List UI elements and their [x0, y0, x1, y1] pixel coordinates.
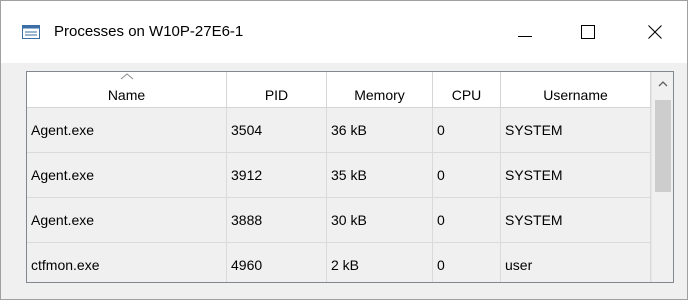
memory-cell: 30 kB: [327, 198, 433, 242]
cpu-cell: 0: [433, 153, 501, 197]
sort-ascending-icon: [120, 73, 133, 80]
vertical-scrollbar[interactable]: [651, 72, 673, 282]
username-cell: SYSTEM: [501, 108, 651, 152]
process-name-cell: ctfmon.exe: [27, 243, 227, 282]
column-header-name[interactable]: Name: [27, 72, 227, 107]
process-name-cell: Agent.exe: [27, 198, 227, 242]
column-header-username[interactable]: Username: [501, 72, 651, 107]
column-label: Memory: [354, 87, 405, 103]
scroll-up-button[interactable]: [652, 72, 673, 96]
chevron-up-icon: [658, 81, 668, 87]
username-cell: user: [501, 243, 651, 282]
minimize-button[interactable]: [505, 15, 545, 49]
process-list[interactable]: Name PID Memory CPU Username Agent.exe 3…: [26, 71, 674, 283]
column-header-cpu[interactable]: CPU: [433, 72, 501, 107]
memory-cell: 35 kB: [327, 153, 433, 197]
pid-cell: 3888: [227, 198, 327, 242]
pid-cell: 4960: [227, 243, 327, 282]
column-header-pid[interactable]: PID: [227, 72, 327, 107]
pid-cell: 3912: [227, 153, 327, 197]
table-row[interactable]: ctfmon.exe 4960 2 kB 0 user: [27, 243, 651, 282]
window-title: Processes on W10P-27E6-1: [54, 23, 244, 40]
title-bar[interactable]: Processes on W10P-27E6-1: [1, 1, 687, 63]
maximize-button[interactable]: [568, 15, 608, 49]
username-cell: SYSTEM: [501, 198, 651, 242]
close-button[interactable]: [635, 15, 675, 49]
table-row[interactable]: Agent.exe 3888 30 kB 0 SYSTEM: [27, 198, 651, 243]
table-row[interactable]: Agent.exe 3504 36 kB 0 SYSTEM: [27, 108, 651, 153]
maximize-icon: [581, 25, 595, 39]
cpu-cell: 0: [433, 198, 501, 242]
column-label: Name: [107, 87, 146, 103]
memory-cell: 36 kB: [327, 108, 433, 152]
column-label: CPU: [451, 87, 482, 103]
cpu-cell: 0: [433, 243, 501, 282]
cpu-cell: 0: [433, 108, 501, 152]
pid-cell: 3504: [227, 108, 327, 152]
process-name-cell: Agent.exe: [27, 108, 227, 152]
column-header-row: Name PID Memory CPU Username: [27, 72, 651, 108]
process-name-cell: Agent.exe: [27, 153, 227, 197]
column-label: Username: [543, 87, 608, 103]
column-header-memory[interactable]: Memory: [327, 72, 433, 107]
process-list-icon: [22, 25, 40, 39]
username-cell: SYSTEM: [501, 153, 651, 197]
scroll-thumb[interactable]: [655, 100, 671, 192]
minimize-icon: [518, 36, 532, 37]
memory-cell: 2 kB: [327, 243, 433, 282]
processes-window: Processes on W10P-27E6-1 Name PID Memory…: [0, 0, 688, 300]
table-row[interactable]: Agent.exe 3912 35 kB 0 SYSTEM: [27, 153, 651, 198]
close-icon: [648, 25, 662, 39]
column-label: PID: [264, 87, 289, 103]
